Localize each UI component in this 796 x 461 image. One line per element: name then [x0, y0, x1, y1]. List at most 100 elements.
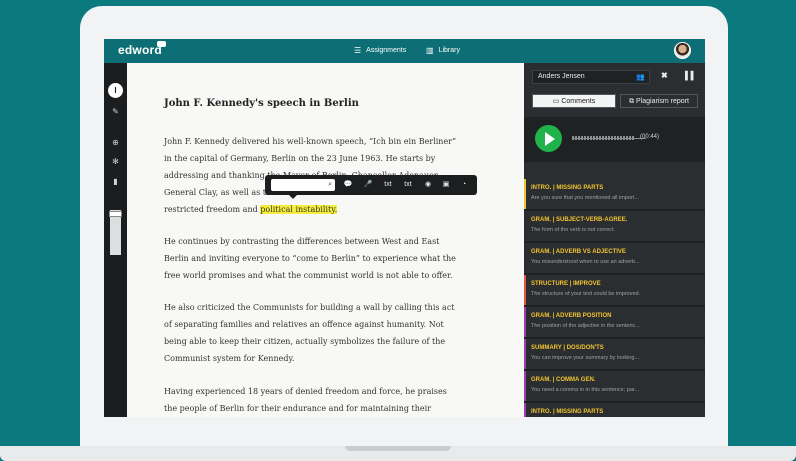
- zoom-slider-thumb[interactable]: [109, 211, 122, 217]
- group-icon: 👥: [636, 74, 645, 81]
- nav-library[interactable]: ▥ Library: [426, 46, 460, 55]
- comment-category: DOS/DON'TS: [566, 345, 604, 351]
- paragraph-4: Having experienced 18 years of denied fr…: [164, 383, 494, 417]
- comment-type: SUMMARY: [531, 345, 562, 351]
- zoom-icon[interactable]: ⊕: [108, 135, 123, 150]
- comment-category: SUBJECT-VERB-AGREE.: [556, 217, 628, 223]
- comment-color-bar: [524, 275, 526, 305]
- comment-type: GRAM.: [531, 313, 551, 319]
- cursor-icon[interactable]: I: [108, 83, 123, 98]
- app-screen: edword ☰ Assignments ▥ Library I ✎ ⊕ ✻ ▮…: [104, 39, 705, 417]
- nav-assignments-label: Assignments: [366, 47, 407, 54]
- microphone-icon[interactable]: 🎤: [361, 179, 375, 191]
- laptop-base: [0, 446, 796, 461]
- book-icon: ▥: [426, 46, 434, 55]
- comment-category: ADVERB VS ADJECTIVE: [555, 249, 626, 255]
- magnifier-icon: ⌕: [328, 181, 332, 188]
- left-tool-bar: I ✎ ⊕ ✻ ▮: [104, 63, 127, 417]
- clock-icon[interactable]: ◔: [457, 179, 471, 191]
- comment-text: The structure of your text could be impr…: [531, 291, 641, 297]
- document-page: John F. Kennedy's speech in Berlin John …: [127, 63, 524, 417]
- comment-text: Are you sure that you mentioned all impo…: [531, 195, 639, 201]
- comment-icon[interactable]: 💬: [341, 179, 355, 191]
- top-bar: edword ☰ Assignments ▥ Library: [104, 39, 705, 63]
- comment-item[interactable]: GRAM. | ADVERB POSITION The position of t…: [524, 307, 705, 339]
- text-line: in the capital of Germany, Berlin on the…: [164, 154, 436, 163]
- comment-text: The form of the verb is not correct.: [531, 227, 616, 233]
- logo-badge-icon: [157, 41, 166, 47]
- comment-type: GRAM.: [531, 217, 551, 223]
- text-line: restricted freedom and political instabi…: [164, 201, 494, 218]
- play-icon[interactable]: [535, 125, 562, 152]
- floating-annotation-toolbar: ⌕ 💬 🎤 txt txt ◉ ▣ ◔: [265, 175, 477, 199]
- comment-item[interactable]: INTRO. | MISSING PARTS: [524, 403, 705, 417]
- comment-title: INTRO. | MISSING PARTS: [531, 409, 604, 415]
- list-icon: ☰: [354, 46, 362, 55]
- user-name: Anders Jensen: [538, 73, 585, 80]
- text-line: the people of Berlin for their endurance…: [164, 404, 432, 413]
- nav-assignments[interactable]: ☰ Assignments: [354, 46, 406, 55]
- comment-type: STRUCTURE: [531, 281, 568, 287]
- tab-plagiarism[interactable]: ⧉ Plagiarism report: [620, 94, 698, 108]
- trash-icon[interactable]: ▮: [108, 174, 123, 189]
- audio-player: (00:44): [524, 117, 705, 162]
- tab-comments[interactable]: ▭ Comments: [532, 94, 616, 108]
- text-segment: restricted freedom and: [164, 205, 261, 214]
- audio-time: (00:44): [640, 134, 660, 140]
- comment-title: GRAM. | COMMA GEN.: [531, 377, 596, 383]
- text-line: Having experienced 18 years of denied fr…: [164, 387, 447, 396]
- comment-item[interactable]: STRUCTURE | IMPROVE The structure of your…: [524, 275, 705, 307]
- highlighted-text[interactable]: political instability.: [260, 205, 338, 214]
- comment-category: COMMA GEN.: [556, 377, 596, 383]
- copy-icon: ⧉: [629, 98, 637, 105]
- comment-color-bar: [524, 307, 526, 337]
- comment-color-bar: [524, 179, 526, 209]
- tab-plagiarism-label: Plagiarism report: [636, 98, 689, 105]
- comment-type: GRAM.: [531, 249, 551, 255]
- text-line: of separating families and relatives an …: [164, 320, 444, 329]
- comment-title: GRAM. | ADVERB VS ADJECTIVE: [531, 249, 626, 255]
- comment-color-bar: [524, 211, 526, 241]
- right-panel: Anders Jensen 👥 ✖ ▌▌ ▭ Comments ⧉ Plagia…: [524, 63, 705, 417]
- comment-item[interactable]: GRAM. | ADVERB VS ADJECTIVE You misunders…: [524, 243, 705, 275]
- comment-text: You misunderstood when to use an adverb.…: [531, 259, 640, 265]
- paragraph-3: He also criticized the Communists for bu…: [164, 299, 494, 367]
- audio-time-value: 00:44: [642, 134, 658, 140]
- comment-item[interactable]: GRAM. | SUBJECT-VERB-AGREE. The form of t…: [524, 211, 705, 243]
- comment-item[interactable]: INTRO. | MISSING PARTS Are you sure that …: [524, 179, 705, 211]
- app-logo: edword: [118, 43, 162, 57]
- comment-text: You can improve your summary by looking.…: [531, 355, 640, 361]
- pen-icon[interactable]: ✎: [108, 104, 123, 119]
- paragraph-2: He continues by contrasting the differen…: [164, 233, 494, 284]
- comment-color-bar: [524, 243, 526, 273]
- text-size-icon[interactable]: txt: [381, 179, 395, 191]
- waveform: [572, 136, 634, 140]
- document-title: John F. Kennedy's speech in Berlin: [164, 98, 359, 109]
- stats-icon[interactable]: ▌▌: [685, 71, 696, 80]
- comment-text: You need a comma in in this sentence; pa…: [531, 387, 640, 393]
- comment-text: The position of the adjective in the sen…: [531, 323, 640, 329]
- comment-title: INTRO. | MISSING PARTS: [531, 185, 604, 191]
- comment-color-bar: [524, 403, 526, 417]
- comment-type: INTRO.: [531, 409, 552, 415]
- comment-type: INTRO.: [531, 185, 552, 191]
- text-line: being able to keep their citizen, actual…: [164, 337, 446, 346]
- comment-title: SUMMARY | DOS/DON'TS: [531, 345, 604, 351]
- tools-icon[interactable]: ✖: [661, 71, 668, 80]
- comment-item[interactable]: GRAM. | COMMA GEN. You need a comma in in…: [524, 371, 705, 403]
- copy-icon[interactable]: ▣: [439, 179, 453, 191]
- comment-title: STRUCTURE | IMPROVE: [531, 281, 601, 287]
- globe-icon[interactable]: ◉: [421, 179, 435, 191]
- gear-icon[interactable]: ✻: [108, 154, 123, 169]
- user-selector[interactable]: Anders Jensen 👥: [532, 70, 650, 84]
- text-icon[interactable]: txt: [401, 179, 415, 191]
- comment-category: IMPROVE: [573, 281, 601, 287]
- text-line: John F. Kennedy delivered his well-known…: [164, 137, 457, 146]
- toolbar-search-input[interactable]: ⌕: [271, 179, 335, 191]
- comment-category: ADVERB POSITION: [555, 313, 612, 319]
- comment-item[interactable]: SUMMARY | DOS/DON'TS You can improve your…: [524, 339, 705, 371]
- tab-comments-label: Comments: [561, 98, 596, 105]
- comment-category: MISSING PARTS: [556, 185, 604, 191]
- text-line: He continues by contrasting the differen…: [164, 237, 440, 246]
- avatar[interactable]: [674, 42, 691, 59]
